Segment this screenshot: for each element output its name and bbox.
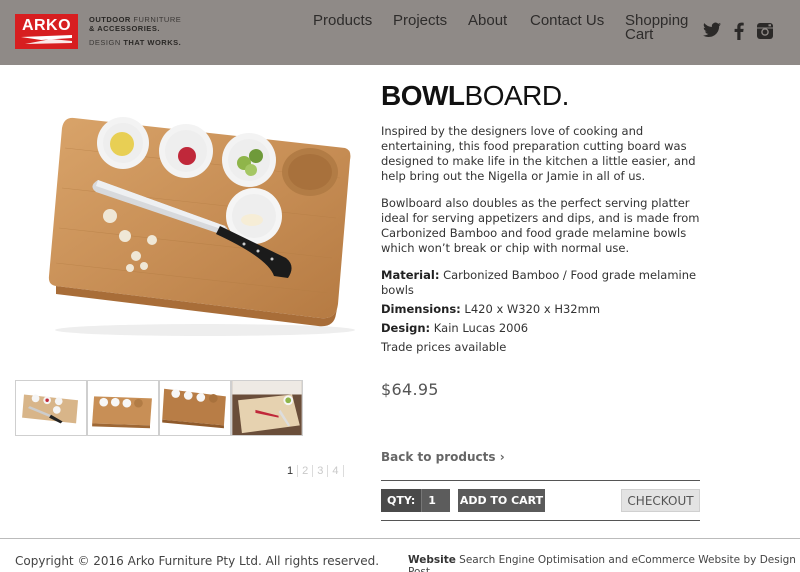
tagline-line2: & ACCESSORIES. bbox=[89, 24, 160, 33]
add-to-cart-button[interactable]: ADD TO CART bbox=[458, 489, 545, 512]
thumbnail-gallery bbox=[15, 380, 303, 436]
footer-divider bbox=[0, 538, 800, 539]
twitter-icon[interactable] bbox=[703, 22, 721, 38]
qty-label: QTY: bbox=[381, 489, 422, 512]
logo-text: ARKO bbox=[21, 17, 72, 34]
quantity-control: QTY: 1 bbox=[381, 489, 451, 512]
nav-products[interactable]: Products bbox=[313, 13, 372, 28]
back-to-products-link[interactable]: Back to products › bbox=[381, 450, 505, 464]
tagline-line3: DESIGN THAT WORKS. bbox=[89, 38, 182, 47]
credit-seo-link[interactable]: Search Engine Optimisation bbox=[456, 554, 605, 566]
spec-material: Material: Carbonized Bamboo / Food grade… bbox=[381, 268, 697, 297]
footer-credit: Website Search Engine Optimisation and e… bbox=[408, 554, 800, 572]
thumbnail-1[interactable] bbox=[15, 380, 87, 436]
credit-website-link[interactable]: Website bbox=[408, 554, 456, 566]
spec-dimensions: Dimensions: L420 x W320 x H32mm bbox=[381, 302, 601, 316]
arko-logo[interactable]: ARKO bbox=[15, 14, 78, 49]
trade-prices-note: Trade prices available bbox=[381, 340, 507, 354]
divider-bottom bbox=[381, 520, 700, 521]
page-3[interactable]: 3 bbox=[313, 465, 329, 477]
thumbnail-3[interactable] bbox=[159, 380, 231, 436]
copyright-text: Copyright © 2016 Arko Furniture Pty Ltd.… bbox=[15, 554, 380, 568]
page-2[interactable]: 2 bbox=[298, 465, 314, 477]
qty-input[interactable]: 1 bbox=[421, 489, 451, 512]
logo-swoosh-icon bbox=[21, 35, 72, 44]
checkout-button[interactable]: CHECKOUT bbox=[621, 489, 700, 512]
instagram-icon[interactable] bbox=[756, 22, 774, 40]
product-description-2: Bowlboard also doubles as the perfect se… bbox=[381, 196, 700, 255]
site-header: ARKO OUTDOOR FURNITURE & ACCESSORIES. DE… bbox=[0, 0, 800, 65]
facebook-icon[interactable] bbox=[734, 22, 744, 40]
page-4[interactable]: 4 bbox=[328, 465, 344, 477]
thumbnail-2[interactable] bbox=[87, 380, 159, 436]
nav-shopping-cart[interactable]: Shopping Cart bbox=[625, 13, 695, 42]
divider-top bbox=[381, 480, 700, 481]
product-title: BOWLBOARD. bbox=[381, 80, 569, 111]
product-price: $64.95 bbox=[381, 380, 439, 399]
nav-contact-us[interactable]: Contact Us bbox=[530, 13, 604, 28]
product-description-1: Inspired by the designers love of cookin… bbox=[381, 124, 696, 183]
nav-about[interactable]: About bbox=[468, 13, 507, 28]
spec-design: Design: Kain Lucas 2006 bbox=[381, 321, 529, 335]
thumbnail-4[interactable] bbox=[231, 380, 303, 436]
page-1[interactable]: 1 bbox=[287, 465, 299, 477]
nav-projects[interactable]: Projects bbox=[393, 13, 447, 28]
credit-ecommerce-link[interactable]: eCommerce Website bbox=[631, 554, 740, 566]
gallery-pagination: 1234 bbox=[287, 465, 344, 477]
product-main-image[interactable] bbox=[40, 108, 360, 338]
